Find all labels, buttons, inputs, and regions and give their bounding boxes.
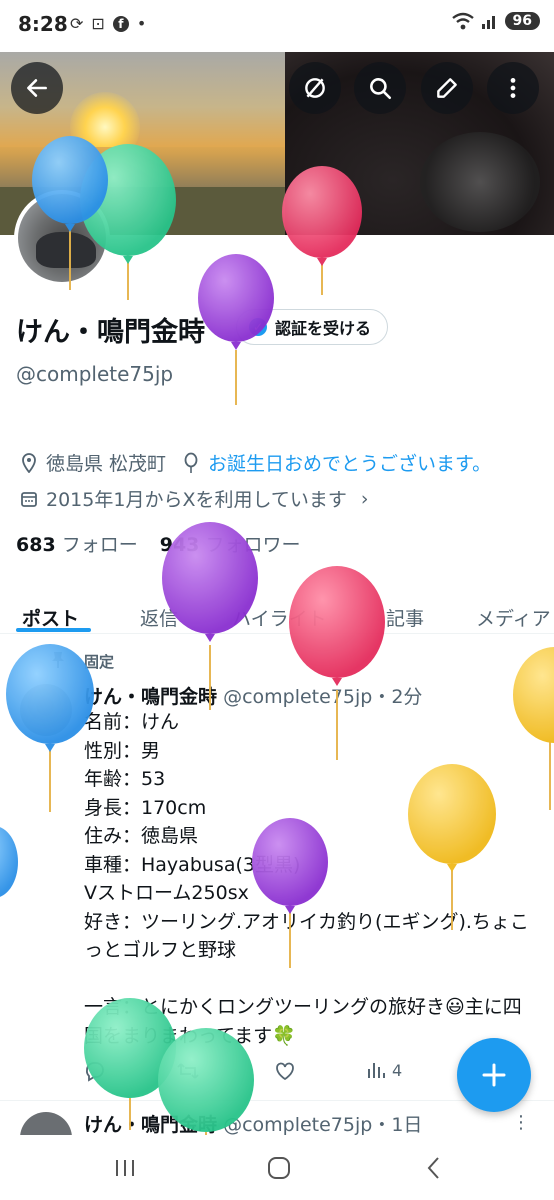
banner-motorcycle-detail (420, 132, 540, 232)
followers-label: フォロワー (205, 534, 301, 556)
followers-count: 943 (159, 534, 200, 556)
active-tab-indicator (16, 628, 91, 632)
post-more-icon[interactable]: ⋮ (512, 1112, 530, 1133)
plus-icon (482, 1063, 506, 1087)
verified-badge-icon: ✓ (249, 318, 267, 336)
wifi-icon (451, 12, 474, 30)
reply-button[interactable] (84, 1060, 106, 1082)
search-icon (370, 78, 392, 100)
status-system-icons: 96 (451, 12, 540, 30)
edit-icon (437, 78, 457, 98)
banner-sea (0, 147, 300, 192)
username-handle: @complete75jp (16, 362, 174, 386)
chevron-left-icon (427, 1157, 439, 1179)
more-vertical-icon (510, 78, 516, 98)
followers-link[interactable]: 943 フォロワー (160, 530, 301, 557)
profile-meta-row: 徳島県 松茂町 お誕生日おめでとうございます。 (18, 449, 491, 476)
tab-replies[interactable]: 返信 (140, 592, 178, 643)
tab-media[interactable]: メディア (476, 592, 551, 643)
balloon-icon (180, 452, 202, 474)
post-avatar[interactable] (20, 684, 72, 736)
following-count: 683 (16, 534, 56, 556)
recent-apps-button[interactable] (105, 1153, 145, 1183)
heart-icon (276, 1062, 294, 1081)
location-text: 徳島県 松茂町 (46, 453, 167, 475)
post-author[interactable]: けん・鳴門金時 (84, 686, 217, 708)
follow-stats: 683 フォロー 943 フォロワー (16, 530, 300, 557)
sync-icon: ⟳ (70, 14, 84, 33)
signal-icon (481, 16, 495, 29)
back-nav-button[interactable] (414, 1153, 454, 1183)
avatar-motorcycle (36, 232, 96, 268)
chevron-right-icon: › (360, 487, 369, 510)
screenshot-icon: ⊡ (91, 14, 105, 33)
location-icon (18, 452, 40, 474)
tab-posts[interactable]: ポスト (22, 592, 79, 643)
grok-icon (305, 78, 325, 98)
search-button[interactable] (354, 62, 406, 114)
next-post-header: けん・鳴門金時 @complete75jp・1日 (84, 1110, 422, 1137)
joined-row[interactable]: 2015年1月からXを利用しています › (18, 485, 369, 512)
next-post-meta: @complete75jp・1日 (223, 1114, 423, 1136)
next-post-author[interactable]: けん・鳴門金時 (84, 1114, 217, 1136)
following-label: フォロー (61, 534, 138, 556)
profile-tabs: ポスト 返信 ハイライト 記事 メディア (0, 582, 554, 634)
back-button[interactable] (11, 62, 63, 114)
post-meta: @complete75jp・2分 (223, 686, 423, 708)
get-verified-button[interactable]: ✓ 認証を受ける (236, 309, 389, 345)
post-header: けん・鳴門金時 @complete75jp・2分 (84, 682, 422, 709)
tab-articles[interactable]: 記事 (386, 592, 424, 643)
repost-button[interactable] (176, 1060, 200, 1082)
post-text: 名前：けん 性別：男 年齢：53 身長：170cm 住み：徳島県 車種：Haya… (84, 711, 529, 1047)
joined-text: 2015年1月からXを利用しています (46, 489, 347, 511)
profile-avatar[interactable] (14, 190, 110, 286)
more-button[interactable] (487, 62, 539, 114)
views-count: 4 (392, 1060, 403, 1080)
arrow-left-icon (27, 79, 47, 97)
status-notification-icons: ⟳ ⊡ f • (70, 14, 146, 33)
status-bar: 8:28 ⟳ ⊡ f • 96 (0, 0, 554, 52)
system-nav-bar (0, 1135, 554, 1200)
display-name: けん・鳴門金時 (16, 317, 205, 348)
calendar-icon (18, 488, 40, 510)
grok-button[interactable] (289, 62, 341, 114)
birthday-link[interactable]: お誕生日おめでとうございます。 (208, 449, 491, 476)
recent-apps-icon (116, 1160, 134, 1176)
like-button[interactable] (274, 1060, 296, 1082)
repost-icon (177, 1063, 199, 1079)
pinned-label: 固定 (84, 653, 115, 671)
home-button[interactable] (259, 1153, 299, 1183)
views-bar-chart-icon (368, 1063, 385, 1078)
reply-icon (86, 1062, 104, 1082)
tab-highlights[interactable]: ハイライト (232, 592, 327, 643)
edit-button[interactable] (421, 62, 473, 114)
views-button[interactable]: 4 (366, 1060, 402, 1080)
dot-icon: • (136, 14, 147, 33)
following-link[interactable]: 683 フォロー (16, 530, 138, 557)
home-icon (268, 1157, 290, 1179)
balloon-blue-3 (0, 827, 18, 897)
status-time: 8:28 (18, 12, 68, 36)
get-verified-label: 認証を受ける (275, 319, 372, 338)
battery-level: 96 (504, 12, 540, 30)
compose-post-button[interactable] (457, 1038, 531, 1112)
facebook-icon: f (112, 15, 129, 32)
pin-icon (52, 652, 64, 668)
